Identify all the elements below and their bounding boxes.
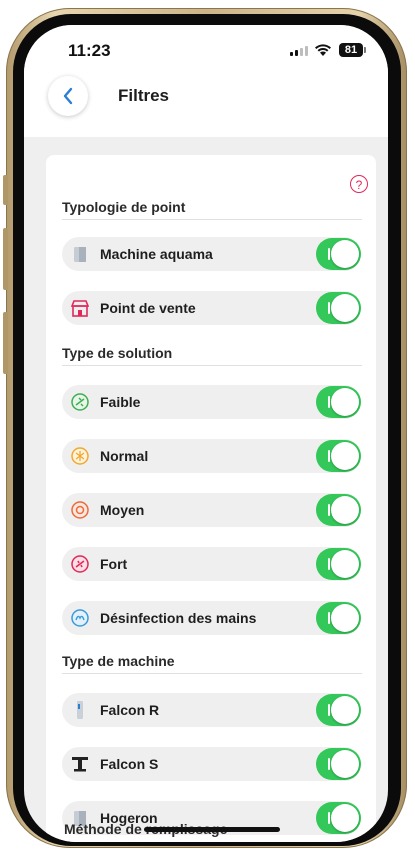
section-title: Typologie de point (62, 199, 186, 215)
toggle-normal[interactable] (316, 440, 361, 472)
divider (62, 365, 362, 366)
screen: 11:23 81 Filtres ? Typologie de point Ma… (24, 25, 388, 842)
battery-icon: 81 (339, 43, 363, 57)
divider (62, 219, 362, 220)
section-title: Type de solution (62, 345, 173, 361)
normal-icon (71, 447, 89, 465)
help-icon[interactable]: ? (350, 175, 368, 193)
home-indicator (144, 827, 280, 832)
filter-row-moyen: Moyen (62, 493, 361, 527)
toggle-machine-aquama[interactable] (316, 238, 361, 270)
filter-row-fort: Fort (62, 547, 361, 581)
divider (62, 673, 362, 674)
back-button[interactable] (48, 76, 88, 116)
toggle-fort[interactable] (316, 548, 361, 580)
filter-label: Faible (100, 394, 141, 410)
battery-nub (364, 47, 366, 53)
chevron-left-icon (63, 87, 73, 105)
filter-label: Moyen (100, 502, 145, 518)
filter-label: Machine aquama (100, 246, 213, 262)
signal-icon (290, 46, 308, 56)
side-button (3, 175, 8, 205)
toggle-hogeron[interactable] (316, 802, 361, 834)
filter-label: Falcon R (100, 702, 160, 718)
filter-label: Point de vente (100, 300, 196, 316)
toggle-falcon-r[interactable] (316, 694, 361, 726)
filter-row-faible: Faible (62, 385, 361, 419)
moyen-icon (71, 501, 89, 519)
fort-icon (71, 555, 89, 573)
toggle-point-de-vente[interactable] (316, 292, 361, 324)
faible-icon (71, 393, 89, 411)
machine-icon (74, 247, 86, 262)
filter-row-falcon-s: Falcon S (62, 747, 361, 781)
hands-icon (71, 609, 89, 627)
toggle-moyen[interactable] (316, 494, 361, 526)
wifi-icon (315, 44, 331, 56)
store-icon (70, 300, 90, 317)
filters-card: ? Typologie de point Machine aquama Poin… (46, 155, 376, 842)
falcon-s-icon (72, 757, 88, 772)
toggle-falcon-s[interactable] (316, 748, 361, 780)
header: Filtres (24, 71, 388, 137)
filter-row-falcon-r: Falcon R (62, 693, 361, 727)
filter-row-point-de-vente: Point de vente (62, 291, 361, 325)
filter-label: Normal (100, 448, 149, 464)
filter-row-desinfection: Désinfection des mains (62, 601, 361, 635)
side-button (3, 228, 8, 290)
filter-label: Falcon S (100, 756, 159, 772)
page-title: Filtres (118, 86, 170, 105)
toggle-faible[interactable] (316, 386, 361, 418)
filter-row-normal: Normal (62, 439, 361, 473)
status-bar: 11:23 81 (24, 25, 388, 71)
side-button (3, 312, 8, 374)
filter-label: Désinfection des mains (100, 610, 257, 626)
section-title: Type de machine (62, 653, 175, 669)
filter-row-machine-aquama: Machine aquama (62, 237, 361, 271)
toggle-desinfection[interactable] (316, 602, 361, 634)
falcon-r-icon (77, 701, 83, 719)
filter-label: Fort (100, 556, 128, 572)
status-time: 11:23 (68, 41, 111, 60)
